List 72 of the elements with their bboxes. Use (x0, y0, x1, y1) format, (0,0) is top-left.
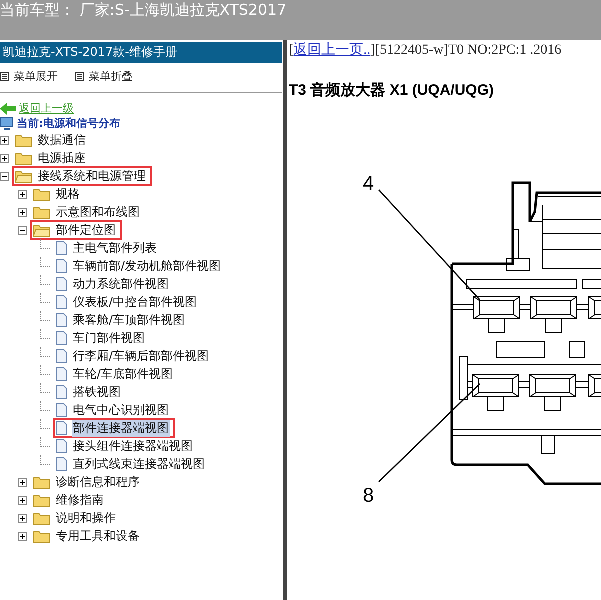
document-icon (56, 349, 67, 363)
tree-item[interactable]: 专用工具和设备 (55, 528, 141, 544)
tree-item[interactable]: 接头组件连接器端视图 (72, 438, 194, 454)
folder-icon (33, 188, 50, 200)
folder-icon (33, 494, 50, 506)
callout-label: 8 (363, 485, 374, 502)
document-icon (56, 259, 67, 273)
document-icon (56, 439, 67, 453)
tree-item[interactable]: 规格 (55, 186, 81, 202)
tree-item[interactable]: 电源插座 (37, 150, 87, 166)
tree-item[interactable]: 诊断信息和程序 (55, 474, 141, 490)
back-link[interactable]: 返回上一级 (19, 101, 74, 116)
tree-item[interactable]: 示意图和布线图 (55, 204, 141, 220)
expand-icon[interactable] (18, 532, 27, 540)
folder-icon (15, 134, 32, 146)
tree-item[interactable]: 数据通信 (37, 132, 87, 148)
tree-item[interactable]: 车门部件视图 (72, 330, 146, 346)
vehicle-title: 当前车型： 厂家:S-上海凯迪拉克XTS2017 (0, 0, 287, 20)
document-info: [5122405-w]T0 NO:2PC:1 .2016 (375, 43, 562, 58)
document-icon (56, 457, 67, 471)
expand-icon[interactable] (18, 478, 27, 486)
tree-item[interactable]: 搭铁视图 (72, 384, 122, 400)
document-icon (56, 277, 67, 291)
computer-icon (0, 116, 14, 130)
menu-action[interactable]: 菜单展开 (14, 69, 58, 84)
bracket: [ (289, 43, 294, 58)
folder-icon (15, 170, 32, 182)
back-page-link[interactable]: 返回上一页.. (294, 43, 371, 58)
tree-item[interactable]: 电气中心识别视图 (72, 402, 170, 418)
callout-label: 4 (363, 173, 374, 195)
collapse-icon[interactable] (18, 226, 27, 234)
bracket: ] (370, 43, 376, 58)
left-arrow-icon (0, 102, 16, 114)
tree-item[interactable]: 车轮/车底部件视图 (72, 366, 174, 382)
current-section: 当前:电源和信号分布 (17, 116, 120, 131)
document-icon (56, 313, 67, 327)
folder-icon (33, 512, 50, 524)
expand-icon[interactable] (18, 208, 27, 216)
expand-icon[interactable] (0, 154, 9, 162)
connector-title: T3 音频放大器 X1 (UQA/UQG) (289, 81, 496, 100)
expand-icon[interactable] (18, 190, 27, 198)
folder-icon (15, 152, 32, 164)
tree-item[interactable]: 直列式线束连接器端视图 (72, 456, 206, 472)
tree-item[interactable]: 主电气部件列表 (72, 240, 158, 256)
document-icon (56, 385, 67, 399)
document-icon (56, 241, 67, 255)
folder-icon (33, 476, 50, 488)
tree-item[interactable]: 行李厢/车辆后部部件视图 (72, 348, 210, 364)
tree-item[interactable]: 接线系统和电源管理 (37, 168, 147, 184)
tree-item[interactable]: 动力系统部件视图 (72, 276, 170, 292)
document-icon (56, 331, 67, 345)
expand-icon[interactable] (18, 514, 27, 522)
document-icon (56, 403, 67, 417)
folder-icon (33, 206, 50, 218)
menu-action[interactable]: 菜单折叠 (89, 69, 133, 84)
tree-item[interactable]: 部件定位图 (55, 222, 117, 238)
document-icon (56, 421, 67, 435)
collapse-icon[interactable] (0, 172, 9, 180)
tree-item[interactable]: 说明和操作 (55, 510, 117, 526)
manual-header: 凯迪拉克-XTS-2017款-维修手册 (0, 42, 282, 63)
list-icon (75, 72, 84, 81)
tree-item[interactable]: 维修指南 (55, 492, 105, 508)
tree-item[interactable]: 车辆前部/发动机舱部件视图 (72, 258, 222, 274)
folder-icon (33, 224, 50, 236)
document-icon (56, 295, 67, 309)
expand-icon[interactable] (0, 136, 9, 144)
tree-item[interactable]: 仪表板/中控台部件视图 (72, 294, 198, 310)
document-icon (56, 367, 67, 381)
folder-icon (33, 530, 50, 542)
tree-item[interactable]: 部件连接器端视图 (72, 420, 170, 436)
tree-item[interactable]: 乘客舱/车顶部件视图 (72, 312, 186, 328)
expand-icon[interactable] (18, 496, 27, 504)
